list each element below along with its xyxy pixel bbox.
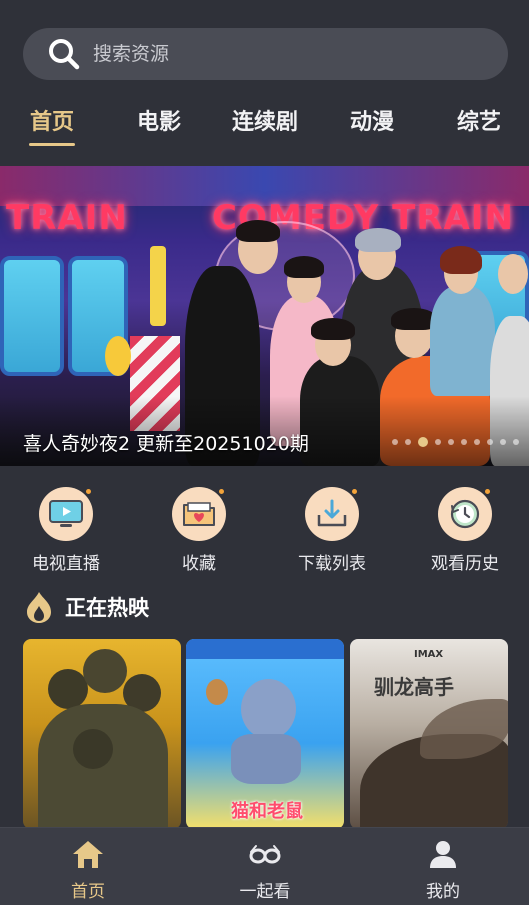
glasses-icon [249, 845, 281, 864]
poster-figure [73, 729, 113, 769]
banner-person-hair [440, 246, 482, 274]
banner-dot[interactable] [392, 439, 398, 445]
poster-figure [48, 669, 88, 709]
quick-link-label: 下载列表 [298, 554, 366, 574]
nav-home[interactable]: 首页 [38, 838, 138, 902]
category-tabs: 首页 电影 连续剧 动漫 综艺 [0, 104, 529, 154]
banner-pagination [392, 437, 519, 447]
home-icon [73, 841, 103, 868]
quick-link-label: 收藏 [182, 554, 216, 574]
banner-dot[interactable] [513, 439, 519, 445]
banner-caption: 喜人奇妙夜2 更新至20251020期 [23, 433, 309, 455]
poster-tom-and-jerry[interactable]: 猫和老鼠 [186, 639, 344, 829]
tab-label: 连续剧 [231, 110, 299, 135]
quick-link-tv-live[interactable]: 电视直播 [11, 487, 121, 574]
banner-dot[interactable] [461, 439, 467, 445]
banner-person [430, 286, 495, 396]
tab-active-indicator [28, 143, 75, 146]
poster-military-movie[interactable] [23, 639, 181, 829]
tab-label: 首页 [29, 110, 75, 135]
nav-profile[interactable]: 我的 [393, 838, 493, 902]
poster-figure [83, 649, 127, 693]
bottom-navigation: 首页 一起看 我的 [0, 827, 529, 905]
poster-figure [38, 704, 168, 829]
folder-heart-icon [172, 487, 226, 541]
nav-label: 首页 [71, 882, 105, 902]
banner-dot[interactable] [418, 437, 428, 447]
tab-movies[interactable]: 电影 [137, 104, 181, 136]
nav-watch-together[interactable]: 一起看 [215, 838, 315, 902]
banner-handle [150, 246, 166, 326]
search-icon [49, 39, 80, 70]
poster-title-text: 驯龙高手 [374, 675, 454, 699]
banner-dot[interactable] [448, 439, 454, 445]
banner-dot[interactable] [405, 439, 411, 445]
poster-tom-head [241, 679, 296, 739]
banner-dot[interactable] [474, 439, 480, 445]
tab-series[interactable]: 连续剧 [232, 104, 298, 136]
quick-link-downloads[interactable]: 下载列表 [277, 487, 387, 574]
quick-link-history[interactable]: 观看历史 [410, 487, 520, 574]
banner-dot[interactable] [500, 439, 506, 445]
banner-person-hair [284, 256, 324, 278]
featured-banner[interactable]: TRAIN COMEDY TRAIN 喜人奇妙夜2 更新至20251020期 [0, 166, 529, 466]
now-showing-header: 正在热映 [25, 590, 149, 624]
tv-icon [39, 487, 93, 541]
search-bar[interactable] [23, 28, 508, 80]
banner-person-hair [311, 318, 355, 340]
tab-label: 电影 [136, 110, 182, 135]
poster-how-to-train-your-dragon[interactable]: IMAX 驯龙高手 [350, 639, 508, 829]
banner-dot[interactable] [435, 439, 441, 445]
banner-dot[interactable] [487, 439, 493, 445]
now-showing-posters: 猫和老鼠 IMAX 驯龙高手 [23, 639, 508, 829]
user-icon [430, 841, 456, 868]
poster-top-strip [186, 639, 344, 659]
banner-mascot [105, 336, 131, 376]
tab-variety[interactable]: 综艺 [457, 104, 501, 136]
quick-link-label: 观看历史 [431, 554, 499, 574]
poster-jerry [206, 679, 228, 705]
nav-label: 我的 [426, 882, 460, 902]
history-clock-icon [438, 487, 492, 541]
poster-badge: IMAX [414, 649, 444, 660]
download-icon [305, 487, 359, 541]
search-input[interactable] [93, 43, 473, 65]
quick-link-label: 电视直播 [32, 554, 100, 574]
banner-person-hair [355, 228, 401, 252]
quick-links: 电视直播 收藏 下载列表 观看历史 [0, 487, 529, 577]
poster-title-text: 猫和老鼠 [231, 801, 303, 822]
banner-person-head [498, 254, 528, 294]
poster-tom-body [231, 734, 301, 784]
banner-sign-train: TRAIN [6, 198, 128, 238]
quick-link-favorites[interactable]: 收藏 [144, 487, 254, 574]
banner-train-window [0, 256, 64, 376]
tab-home[interactable]: 首页 [28, 104, 75, 146]
tab-label: 综艺 [456, 110, 502, 135]
tab-anime[interactable]: 动漫 [350, 104, 394, 136]
banner-person-hair [236, 220, 280, 242]
tab-label: 动漫 [349, 110, 395, 135]
section-title: 正在热映 [65, 596, 149, 620]
flame-icon [27, 592, 51, 623]
nav-label: 一起看 [239, 882, 291, 902]
